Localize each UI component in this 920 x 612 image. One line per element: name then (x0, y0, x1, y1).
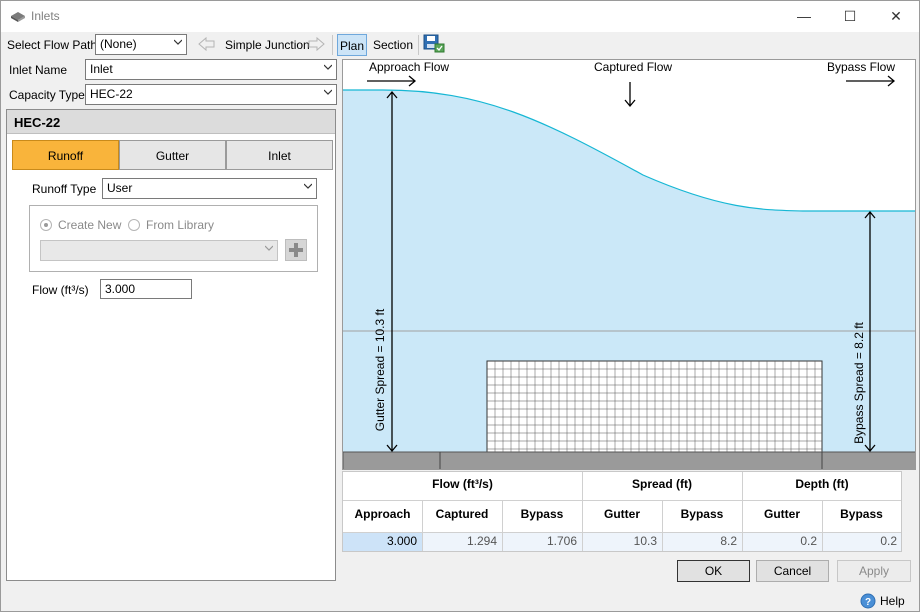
flow-path-value: (None) (100, 37, 137, 51)
tab-inlet-label: Inlet (268, 149, 291, 163)
bypass-spread-value: 8.2 (720, 534, 737, 548)
approach-arrow-icon (367, 75, 417, 87)
tab-inlet[interactable]: Inlet (226, 140, 333, 170)
toolbar-separator-2 (418, 35, 419, 55)
minimize-icon: — (797, 8, 811, 24)
flow-input[interactable]: 3.000 (100, 279, 192, 299)
inlet-name-select[interactable]: Inlet (85, 59, 337, 80)
column-header: Captured (435, 507, 489, 521)
flow-path-select[interactable]: (None) (95, 34, 187, 55)
bypass-flow-label: Bypass Flow (827, 60, 896, 74)
hec22-panel: HEC-22 Runoff Gutter Inlet Runoff Type U… (6, 109, 336, 581)
capacity-type-select[interactable]: HEC-22 (85, 84, 337, 105)
runoff-type-value: User (107, 181, 133, 195)
curb (343, 451, 915, 469)
column-header: Approach (354, 507, 411, 521)
tab-gutter[interactable]: Gutter (119, 140, 226, 170)
gutter-depth-value: 0.2 (800, 534, 817, 548)
flow-label: Flow (ft³/s) (32, 283, 89, 297)
cancel-button[interactable]: Cancel (756, 560, 829, 582)
inlet-name-label: Inlet Name (9, 63, 68, 77)
flow-value: 3.000 (105, 282, 136, 296)
capacity-type-label: Capacity Type (9, 88, 85, 102)
bypass-depth-value: 0.2 (880, 534, 897, 548)
bypass-arrow-icon (846, 75, 896, 87)
approach-value[interactable]: 3.000 (343, 534, 417, 548)
capacity-type-value: HEC-22 (90, 87, 133, 101)
chevron-down-icon (304, 183, 312, 189)
plan-view-drawing (343, 75, 915, 469)
window-title: Inlets (31, 9, 60, 23)
column-header: Bypass (840, 507, 883, 521)
add-library-button[interactable] (285, 239, 307, 261)
close-button[interactable]: ✕ (873, 1, 919, 32)
captured-flow-label: Captured Flow (594, 60, 673, 74)
apply-button[interactable]: Apply (837, 560, 911, 582)
runoff-type-label: Runoff Type (32, 182, 97, 196)
inlet-grate (486, 360, 823, 453)
chevron-down-icon (324, 89, 332, 95)
chevron-down-icon (265, 245, 273, 251)
captured-arrow-icon (624, 82, 636, 108)
maximize-icon: ☐ (843, 8, 857, 24)
from-library-radio[interactable] (128, 219, 140, 231)
panel-title: HEC-22 (7, 110, 335, 134)
plan-view-button[interactable]: Plan (337, 34, 367, 56)
tab-runoff[interactable]: Runoff (12, 140, 119, 170)
previous-arrow-icon[interactable] (198, 36, 216, 52)
inlets-app-icon (11, 12, 25, 22)
gutter-spread-label: Gutter Spread = 10.3 ft (373, 308, 387, 432)
toolbar-separator (332, 35, 333, 55)
captured-value: 1.294 (466, 534, 497, 548)
ok-label: OK (704, 564, 723, 578)
plus-icon (289, 243, 303, 257)
next-arrow-icon[interactable] (307, 36, 325, 52)
group-header-flow: Flow (ft³/s) (432, 477, 493, 491)
cancel-label: Cancel (773, 564, 812, 578)
inlet-name-value: Inlet (90, 62, 113, 76)
svg-text:?: ? (865, 597, 871, 608)
column-header: Bypass (680, 507, 724, 521)
plan-graphic: Approach Flow Captured Flow Bypass Flow … (342, 59, 916, 470)
gutter-spread-value: 10.3 (633, 534, 657, 548)
simple-junction-label: Simple Junction (225, 38, 310, 52)
ok-button[interactable]: OK (677, 560, 750, 582)
bypass-flow-value: 1.706 (546, 534, 577, 548)
minimize-button[interactable]: — (781, 1, 827, 32)
library-select[interactable] (40, 240, 278, 261)
plan-label: Plan (339, 39, 365, 53)
flow-path-label: Select Flow Path (7, 38, 98, 52)
approach-flow-label: Approach Flow (369, 60, 450, 74)
column-header: Gutter (604, 507, 640, 521)
tab-runoff-label: Runoff (47, 149, 84, 163)
help-icon: ? (860, 593, 876, 609)
column-header: Bypass (520, 507, 564, 521)
tab-gutter-label: Gutter (155, 149, 190, 163)
section-view-button[interactable]: Section (373, 34, 413, 56)
create-new-radio[interactable] (40, 219, 52, 231)
library-group: Create New From Library (29, 205, 318, 272)
group-header-depth: Depth (ft) (795, 477, 849, 491)
save-export-icon[interactable] (423, 34, 445, 54)
close-icon: ✕ (890, 8, 902, 24)
apply-label: Apply (858, 564, 890, 578)
inlets-window: Inlets — ☐ ✕ Select Flow Path (None) Sim… (0, 0, 920, 612)
bypass-spread-label: Bypass Spread = 8.2 ft (852, 322, 866, 444)
results-table: Flow (ft³/s) Spread (ft) Depth (ft) Appr… (342, 471, 902, 552)
create-new-label: Create New (58, 218, 122, 232)
title-bar: Inlets — ☐ ✕ (1, 1, 919, 32)
chevron-down-icon (324, 64, 332, 70)
section-label: Section (373, 38, 414, 52)
runoff-type-select[interactable]: User (102, 178, 317, 199)
group-header-spread: Spread (ft) (632, 477, 692, 491)
from-library-label: From Library (146, 218, 215, 232)
help-label: Help (880, 594, 905, 608)
chevron-down-icon (174, 39, 182, 45)
column-header: Gutter (764, 507, 800, 521)
maximize-button[interactable]: ☐ (827, 1, 873, 32)
